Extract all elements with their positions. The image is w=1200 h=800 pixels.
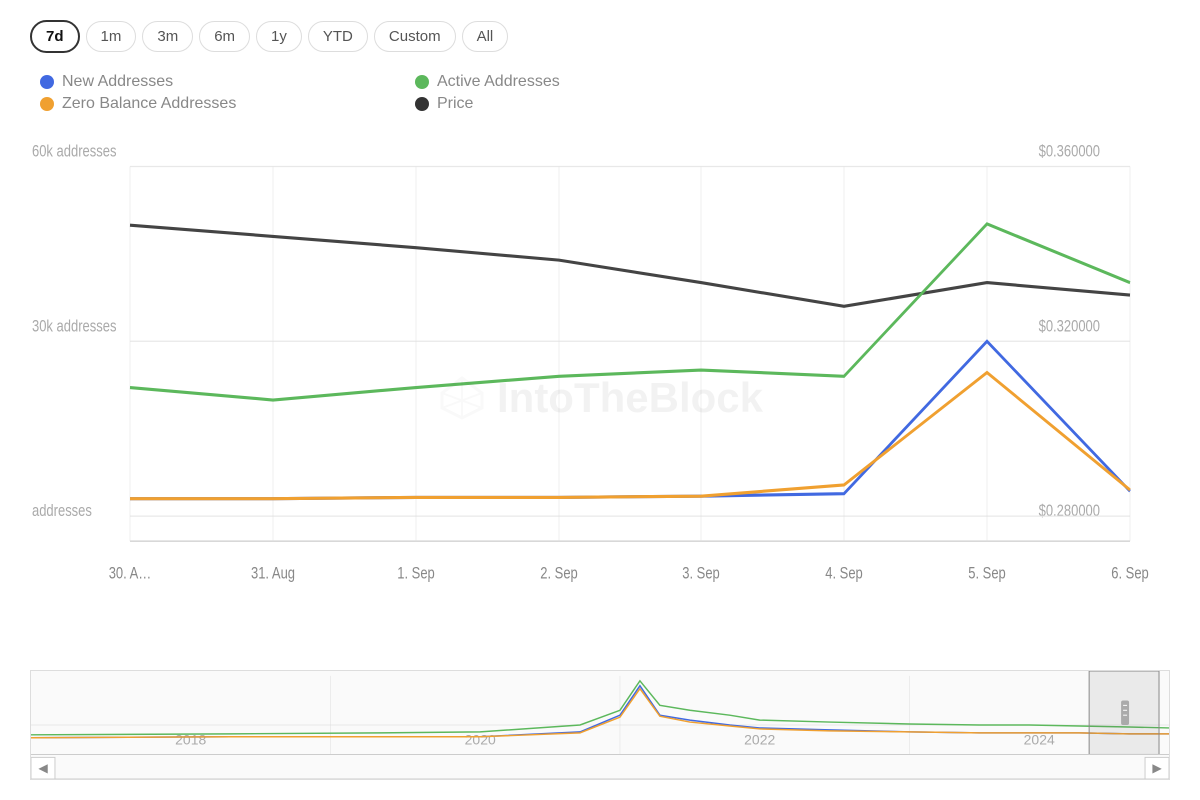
- mini-year-2024: 2024: [1024, 732, 1055, 748]
- btn-all[interactable]: All: [462, 21, 509, 52]
- x-label-3: 2. Sep: [540, 565, 578, 583]
- scroll-right[interactable]: ▶: [1152, 761, 1162, 775]
- y-right-360: $0.360000: [1039, 143, 1100, 161]
- legend-dot-active: [415, 75, 429, 89]
- main-chart-svg: 60k addresses 30k addresses addresses $0…: [30, 129, 1170, 666]
- legend-label-zero: Zero Balance Addresses: [62, 95, 236, 113]
- y-right-320: $0.320000: [1039, 318, 1100, 336]
- legend-label-price: Price: [437, 95, 473, 113]
- price-line: [130, 225, 1130, 306]
- btn-6m[interactable]: 6m: [199, 21, 250, 52]
- zero-balance-line: [130, 373, 1130, 499]
- btn-1y[interactable]: 1y: [256, 21, 302, 52]
- mini-chart-container[interactable]: 2018 2020 2022 2024: [30, 670, 1170, 780]
- scroll-left[interactable]: ◀: [38, 761, 48, 775]
- legend-dot-new: [40, 75, 54, 89]
- time-range-toolbar: 7d 1m 3m 6m 1y YTD Custom All: [30, 20, 1170, 53]
- legend-dot-zero: [40, 97, 54, 111]
- btn-ytd[interactable]: YTD: [308, 21, 368, 52]
- new-addresses-line: [130, 341, 1130, 498]
- legend-new-addresses[interactable]: New Addresses: [40, 73, 355, 91]
- y-label-30k: 30k addresses: [32, 318, 116, 336]
- legend-active-addresses[interactable]: Active Addresses: [415, 73, 730, 91]
- legend-label-active: Active Addresses: [437, 73, 560, 91]
- x-label-7: 6. Sep: [1111, 565, 1149, 583]
- chart-legend: New Addresses Active Addresses Zero Bala…: [30, 73, 730, 113]
- btn-1m[interactable]: 1m: [86, 21, 137, 52]
- x-label-2: 1. Sep: [397, 565, 435, 583]
- y-label-60k: 60k addresses: [32, 143, 116, 161]
- x-label-5: 4. Sep: [825, 565, 863, 583]
- legend-price[interactable]: Price: [415, 95, 730, 113]
- mini-year-2022: 2022: [744, 732, 775, 748]
- mini-year-2020: 2020: [465, 732, 496, 748]
- btn-custom[interactable]: Custom: [374, 21, 456, 52]
- x-label-4: 3. Sep: [682, 565, 720, 583]
- mini-chart-svg: 2018 2020 2022 2024: [31, 671, 1169, 779]
- active-addresses-line: [130, 224, 1130, 400]
- legend-label-new: New Addresses: [62, 73, 173, 91]
- y-right-280: $0.280000: [1039, 503, 1100, 521]
- chart-wrapper: IntoTheBlock 60k addresses 30k addresses…: [30, 129, 1170, 780]
- main-chart-area: IntoTheBlock 60k addresses 30k addresses…: [30, 129, 1170, 666]
- x-label-0: 30. A…: [109, 565, 152, 583]
- main-container: 7d 1m 3m 6m 1y YTD Custom All New Addres…: [0, 0, 1200, 800]
- legend-dot-price: [415, 97, 429, 111]
- btn-7d[interactable]: 7d: [30, 20, 80, 53]
- x-label-1: 31. Aug: [251, 565, 295, 583]
- x-label-6: 5. Sep: [968, 565, 1006, 583]
- btn-3m[interactable]: 3m: [142, 21, 193, 52]
- legend-zero-balance[interactable]: Zero Balance Addresses: [40, 95, 355, 113]
- y-label-0: addresses: [32, 503, 92, 521]
